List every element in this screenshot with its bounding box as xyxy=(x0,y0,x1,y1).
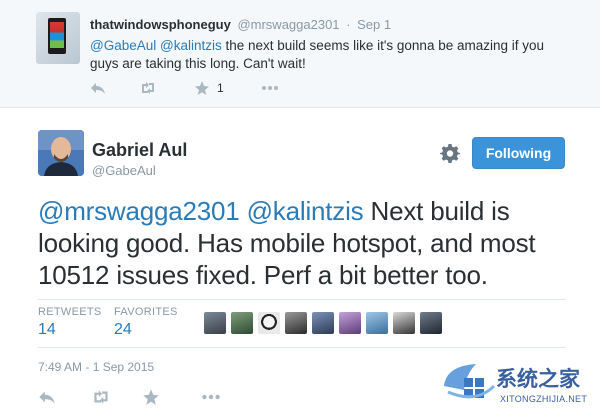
divider xyxy=(38,347,566,348)
favorite-icon[interactable] xyxy=(194,78,210,98)
favorites-count[interactable]: 24 xyxy=(114,321,178,339)
mention-link[interactable]: @kalintzis xyxy=(247,196,364,226)
parent-time[interactable]: Sep 1 xyxy=(357,17,391,32)
watermark-subtitle: XITONGZHIJIA.NET xyxy=(500,394,588,404)
mention-link[interactable]: @mrswagga2301 xyxy=(38,196,240,226)
retweet-icon[interactable] xyxy=(90,386,112,408)
retweets-count[interactable]: 14 xyxy=(38,321,102,339)
divider xyxy=(38,299,566,300)
author-handle[interactable]: @GabeAul xyxy=(92,163,156,178)
favoriter-avatar[interactable] xyxy=(339,312,361,334)
main-avatar[interactable] xyxy=(38,130,84,176)
mention-link[interactable]: @kalintzis xyxy=(160,38,222,53)
favoriter-avatar[interactable] xyxy=(312,312,334,334)
favorite-icon[interactable] xyxy=(142,386,160,408)
parent-separator: · xyxy=(346,17,351,32)
parent-display-name[interactable]: thatwindowsphoneguy xyxy=(90,17,231,32)
more-icon[interactable] xyxy=(200,386,222,408)
favoriter-avatar[interactable] xyxy=(231,312,253,334)
mention-link[interactable]: @GabeAul xyxy=(90,38,156,53)
watermark-title: 系统之家 xyxy=(496,368,580,391)
retweet-icon[interactable] xyxy=(138,78,158,98)
reply-icon[interactable] xyxy=(38,386,56,408)
gear-icon[interactable] xyxy=(440,143,460,163)
retweets-stat[interactable]: RETWEETS 14 xyxy=(38,306,102,339)
retweets-label: RETWEETS xyxy=(38,306,102,318)
parent-tweet-avatar[interactable] xyxy=(36,12,80,64)
favoriter-avatar[interactable] xyxy=(420,312,442,334)
more-icon[interactable] xyxy=(260,78,280,98)
favorites-stat[interactable]: FAVORITES 24 xyxy=(114,306,178,339)
reply-icon[interactable] xyxy=(90,78,106,98)
favorites-label: FAVORITES xyxy=(114,306,178,318)
favoriter-avatar[interactable] xyxy=(393,312,415,334)
author-display-name[interactable]: Gabriel Aul xyxy=(92,140,187,161)
parent-handle[interactable]: @mrswagga2301 xyxy=(237,17,339,32)
parent-tweet-body: the next build seems like it's gonna be … xyxy=(90,38,545,71)
tweet-text: @mrswagga2301 @kalintzis Next build is l… xyxy=(38,195,578,291)
favorite-count[interactable]: 1 xyxy=(217,78,224,98)
following-button[interactable]: Following xyxy=(472,137,565,169)
favoriter-avatar[interactable] xyxy=(366,312,388,334)
parent-tweet-text: @GabeAul @kalintzis the next build seems… xyxy=(90,37,570,73)
favoriter-avatar[interactable] xyxy=(258,312,280,334)
parent-tweet[interactable]: thatwindowsphoneguy @mrswagga2301 · Sep … xyxy=(0,0,600,108)
parent-tweet-header: thatwindowsphoneguy @mrswagga2301 · Sep … xyxy=(90,17,391,32)
tweet-timestamp[interactable]: 7:49 AM - 1 Sep 2015 xyxy=(38,360,154,374)
favoriter-avatar[interactable] xyxy=(204,312,226,334)
favoriter-avatar[interactable] xyxy=(285,312,307,334)
